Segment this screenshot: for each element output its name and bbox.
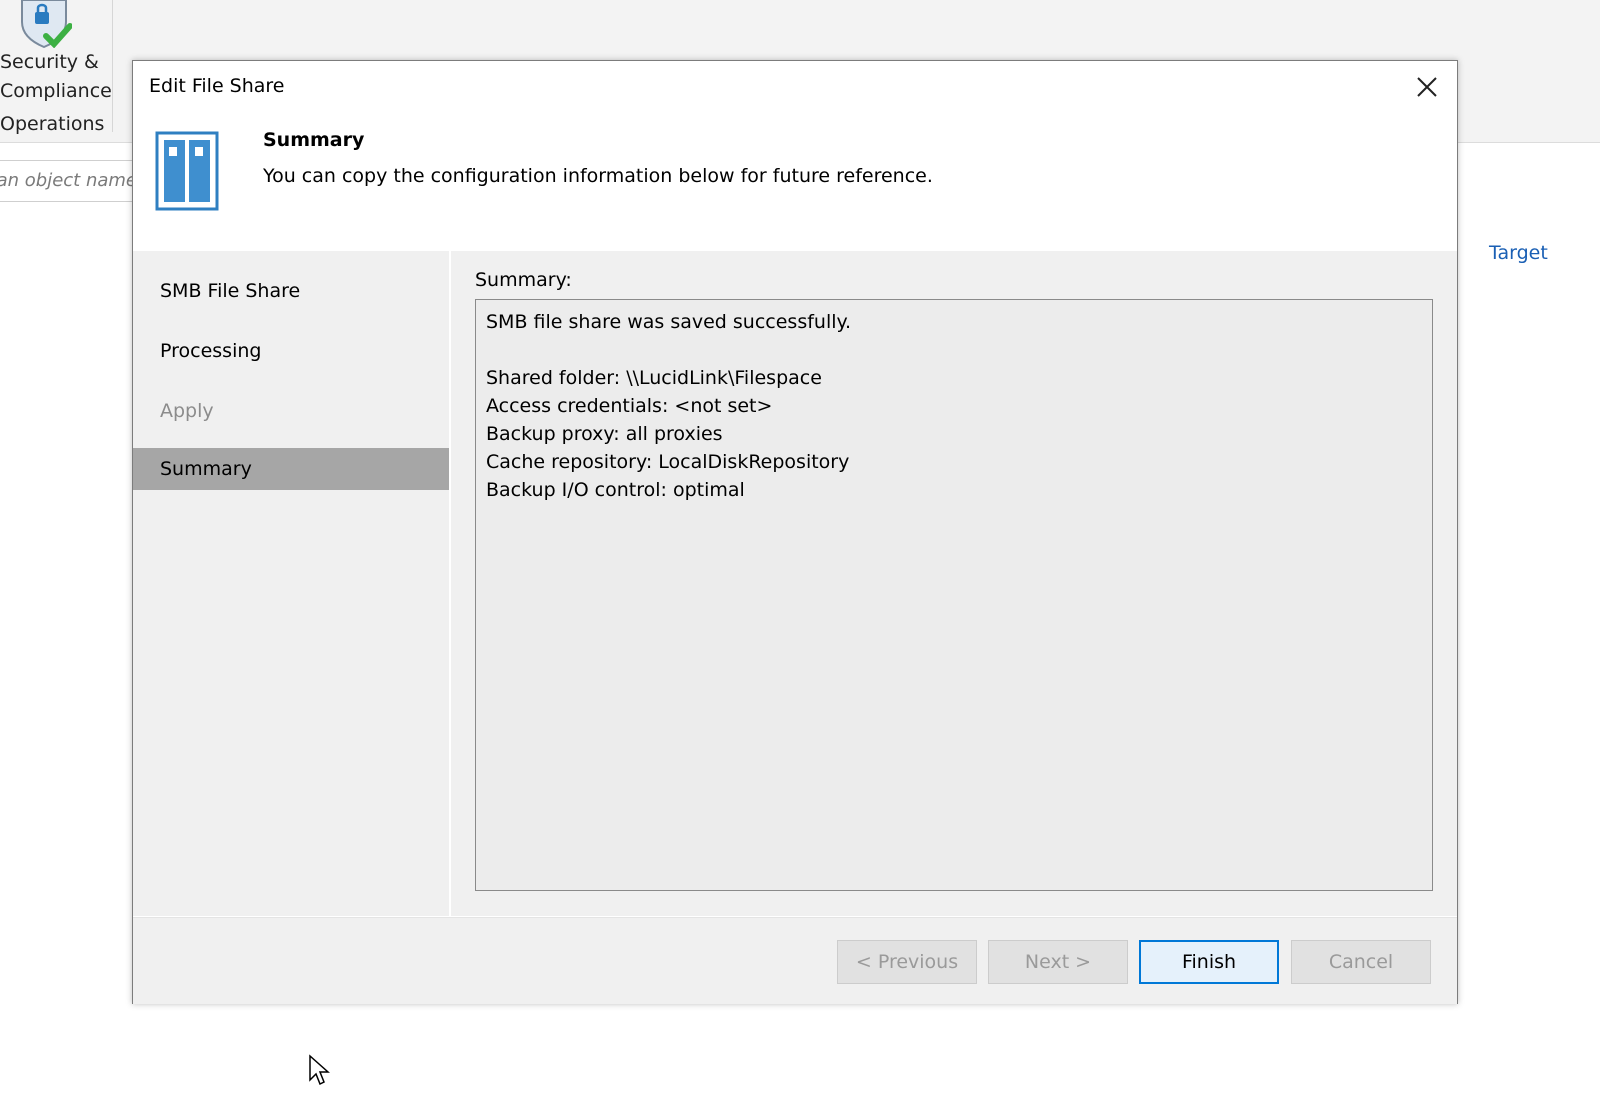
finish-button[interactable]: Finish [1139, 940, 1279, 984]
step-smb-file-share[interactable]: SMB File Share [133, 270, 449, 312]
summary-panel: Summary: SMB file share was saved succes… [451, 251, 1457, 916]
summary-line: Cache repository: LocalDiskRepository [486, 451, 850, 473]
step-apply: Apply [160, 400, 214, 422]
dialog-title: Edit File Share [149, 75, 285, 97]
header-title: Summary [263, 129, 365, 151]
search-input[interactable]: in an object name [0, 160, 138, 202]
summary-line: SMB file share was saved successfully. [486, 311, 852, 333]
wizard-steps: SMB File Share Processing Apply Summary [133, 251, 449, 916]
summary-line: Access credentials: <not set> [486, 395, 773, 417]
cancel-button[interactable]: Cancel [1291, 940, 1431, 984]
edit-file-share-dialog: Edit File Share Summary You can copy the… [132, 60, 1458, 1004]
previous-button[interactable]: < Previous [837, 940, 977, 984]
ribbon-item-label-line1[interactable]: Security & [0, 48, 112, 76]
security-shield-icon[interactable] [20, 0, 73, 49]
summary-line: Backup proxy: all proxies [486, 423, 723, 445]
step-summary[interactable]: Summary [133, 448, 449, 490]
file-share-icon [155, 131, 219, 211]
target-link[interactable]: Target [1489, 242, 1548, 264]
summary-label: Summary: [475, 269, 572, 291]
summary-line: Shared folder: \\LucidLink\Filespace [486, 367, 822, 389]
summary-textbox[interactable]: SMB file share was saved successfully. S… [475, 299, 1433, 891]
close-icon[interactable] [1407, 69, 1447, 105]
dialog-footer: < Previous Next > Finish Cancel [133, 917, 1457, 1004]
ribbon-item-label-line2[interactable]: Compliance [0, 77, 112, 105]
summary-line [486, 336, 1422, 364]
next-button[interactable]: Next > [988, 940, 1128, 984]
mouse-pointer-icon [308, 1054, 334, 1088]
ribbon-group-label: Operations [0, 113, 105, 135]
summary-line: Backup I/O control: optimal [486, 479, 745, 501]
header-description: You can copy the configuration informati… [263, 165, 933, 187]
step-processing[interactable]: Processing [133, 330, 449, 372]
ribbon-separator [112, 0, 113, 132]
